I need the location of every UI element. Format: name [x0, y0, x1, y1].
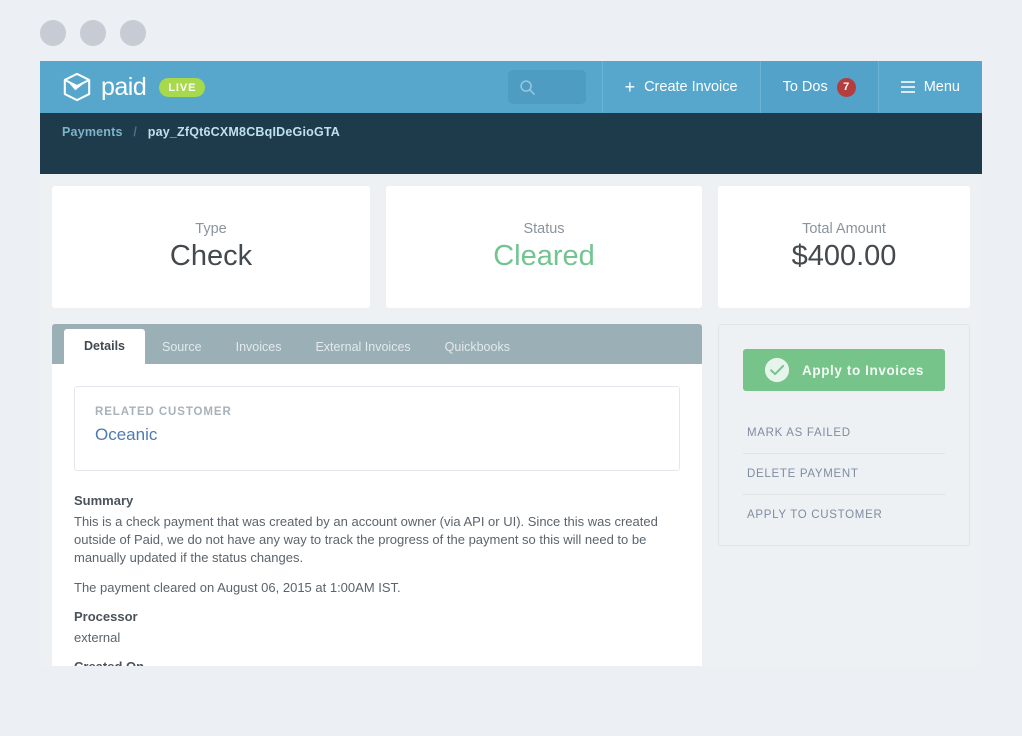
card-status-value: Cleared [493, 240, 595, 273]
window-dot-close[interactable] [40, 20, 66, 46]
details-panel: Related Customer Oceanic Summary This is… [52, 364, 702, 666]
breadcrumb-parent-link[interactable]: Payments [62, 125, 123, 139]
create-invoice-button[interactable]: + Create Invoice [602, 61, 760, 113]
processor-value: external [74, 629, 680, 647]
create-invoice-label: Create Invoice [644, 79, 738, 95]
tab-invoices[interactable]: Invoices [219, 331, 299, 364]
menu-label: Menu [924, 79, 960, 95]
card-type-label: Type [195, 221, 226, 237]
details-column: Details Source Invoices External Invoice… [52, 324, 702, 666]
actions-panel: Apply to Invoices Mark as Failed Delete … [718, 324, 970, 546]
apply-to-invoices-button[interactable]: Apply to Invoices [743, 349, 945, 391]
todos-label: To Dos [783, 79, 828, 95]
breadcrumb-band: Payments / pay_ZfQt6CXM8CBqIDeGioGTA [40, 113, 982, 174]
brand-logo[interactable]: paid LIVE [40, 61, 508, 113]
card-total-amount-value: $400.00 [792, 240, 897, 273]
window-dot-maximize[interactable] [120, 20, 146, 46]
live-mode-badge: LIVE [159, 78, 205, 97]
breadcrumb-separator: / [133, 125, 137, 139]
apply-to-invoices-label: Apply to Invoices [802, 363, 924, 378]
browser-viewport: paid LIVE + Create Invoice To Dos 7 Menu [40, 61, 982, 666]
todos-button[interactable]: To Dos 7 [760, 61, 878, 113]
related-customer-label: Related Customer [95, 406, 659, 418]
brand-name: paid [101, 75, 146, 100]
paid-cube-logo-icon [62, 72, 92, 102]
hamburger-icon [901, 81, 915, 93]
summary-paragraph-2: The payment cleared on August 06, 2015 a… [74, 579, 680, 597]
menu-button[interactable]: Menu [878, 61, 982, 113]
tab-details[interactable]: Details [64, 329, 145, 364]
check-circle-icon [764, 357, 790, 383]
processor-heading: Processor [74, 609, 680, 624]
search-icon [519, 79, 536, 96]
summary-heading: Summary [74, 493, 680, 508]
window-dot-minimize[interactable] [80, 20, 106, 46]
card-total-amount: Total Amount $400.00 [718, 186, 970, 308]
card-status: Status Cleared [386, 186, 702, 308]
tab-source[interactable]: Source [145, 331, 219, 364]
page-content: Type Check Status Cleared Total Amount $… [40, 174, 982, 666]
processor-block: Processor external [74, 609, 680, 647]
breadcrumb-current: pay_ZfQt6CXM8CBqIDeGioGTA [148, 125, 340, 139]
detail-section: Details Source Invoices External Invoice… [52, 324, 970, 666]
card-type-value: Check [170, 240, 252, 273]
summary-cards-row: Type Check Status Cleared Total Amount $… [52, 186, 970, 308]
related-customer-link[interactable]: Oceanic [95, 425, 659, 445]
created-on-block: Created On August 6th 2015, 1:00 AM IST [74, 659, 680, 666]
todos-count-badge: 7 [837, 78, 856, 97]
summary-block: Summary This is a check payment that was… [74, 493, 680, 597]
plus-icon: + [625, 78, 636, 96]
mark-as-failed-link[interactable]: Mark as Failed [743, 413, 945, 454]
card-status-label: Status [523, 221, 564, 237]
card-total-amount-label: Total Amount [802, 221, 886, 237]
created-on-heading: Created On [74, 659, 680, 666]
delete-payment-link[interactable]: Delete Payment [743, 454, 945, 495]
related-customer-box: Related Customer Oceanic [74, 386, 680, 471]
tab-quickbooks[interactable]: Quickbooks [428, 331, 527, 364]
top-navigation-bar: paid LIVE + Create Invoice To Dos 7 Menu [40, 61, 982, 113]
card-type: Type Check [52, 186, 370, 308]
apply-to-customer-link[interactable]: Apply to Customer [743, 495, 945, 527]
tab-bar: Details Source Invoices External Invoice… [52, 324, 702, 364]
summary-paragraph-1: This is a check payment that was created… [74, 513, 680, 567]
search-input[interactable] [508, 70, 586, 104]
tab-external-invoices[interactable]: External Invoices [298, 331, 427, 364]
window-chrome-dots [40, 20, 146, 46]
search-container [508, 61, 602, 113]
breadcrumb: Payments / pay_ZfQt6CXM8CBqIDeGioGTA [40, 123, 982, 141]
actions-column: Apply to Invoices Mark as Failed Delete … [718, 324, 970, 666]
